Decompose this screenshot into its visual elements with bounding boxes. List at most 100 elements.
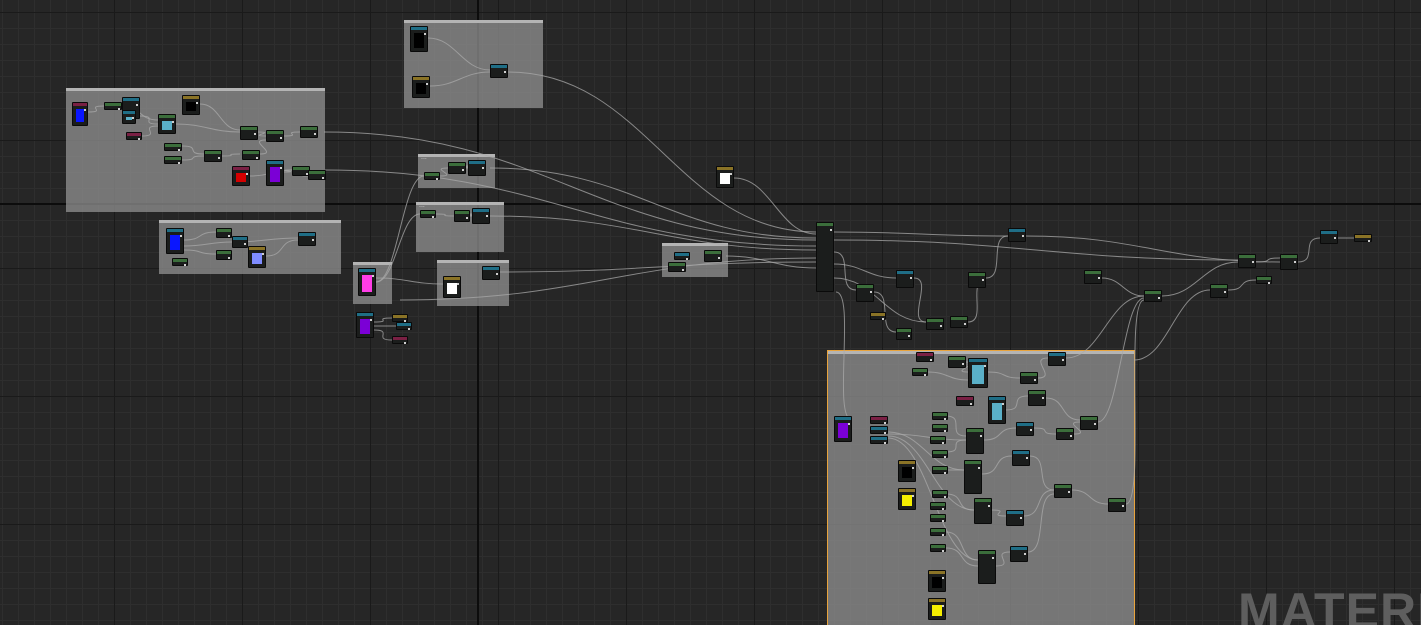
material-expression-node-black-swatch[interactable] (928, 570, 946, 592)
output-pin[interactable] (372, 275, 374, 277)
material-expression-node[interactable] (1354, 234, 1372, 242)
material-expression-node[interactable] (454, 210, 470, 222)
material-expression-node-lblue-swatch[interactable] (988, 396, 1006, 424)
material-expression-node[interactable] (308, 170, 326, 180)
material-expression-node[interactable] (204, 150, 222, 162)
material-expression-node[interactable] (1256, 276, 1272, 284)
material-expression-node-yellow-swatch[interactable] (928, 598, 946, 620)
output-pin[interactable] (254, 133, 256, 135)
material-expression-node[interactable] (978, 550, 996, 584)
material-expression-node[interactable] (816, 222, 834, 292)
output-pin[interactable] (1294, 261, 1296, 263)
material-expression-node[interactable] (468, 160, 486, 176)
material-expression-node[interactable] (1048, 352, 1066, 366)
material-expression-node[interactable] (164, 156, 182, 164)
output-pin[interactable] (1224, 291, 1226, 293)
output-pin[interactable] (178, 149, 180, 151)
material-expression-node[interactable] (104, 102, 122, 110)
output-pin[interactable] (718, 257, 720, 259)
output-pin[interactable] (848, 423, 850, 425)
output-pin[interactable] (882, 318, 884, 320)
output-pin[interactable] (944, 418, 946, 420)
output-pin[interactable] (136, 104, 138, 106)
output-pin[interactable] (246, 173, 248, 175)
output-pin[interactable] (256, 157, 258, 159)
output-pin[interactable] (910, 277, 912, 279)
output-pin[interactable] (940, 325, 942, 327)
material-expression-node[interactable] (1144, 290, 1162, 302)
material-expression-node[interactable] (216, 250, 232, 260)
material-expression-node[interactable] (966, 428, 984, 454)
output-pin[interactable] (172, 121, 174, 123)
material-expression-node[interactable] (916, 352, 934, 362)
material-expression-node[interactable] (704, 250, 722, 262)
material-expression-node-purple-swatch[interactable] (834, 416, 852, 442)
material-expression-node-blue-swatch[interactable] (166, 228, 184, 254)
output-pin[interactable] (978, 467, 980, 469)
material-expression-node[interactable] (930, 502, 946, 510)
output-pin[interactable] (1268, 282, 1270, 284)
output-pin[interactable] (930, 359, 932, 361)
material-expression-node-black-swatch[interactable] (182, 95, 200, 115)
material-expression-node[interactable] (912, 368, 928, 376)
output-pin[interactable] (942, 442, 944, 444)
material-expression-node-peri-swatch[interactable] (248, 246, 266, 268)
output-pin[interactable] (178, 162, 180, 164)
output-pin[interactable] (184, 264, 186, 266)
output-pin[interactable] (496, 273, 498, 275)
material-expression-node[interactable] (1210, 284, 1228, 298)
output-pin[interactable] (132, 117, 134, 119)
output-pin[interactable] (1334, 237, 1336, 239)
output-pin[interactable] (322, 177, 324, 179)
output-pin[interactable] (1030, 429, 1032, 431)
output-pin[interactable] (924, 374, 926, 376)
output-pin[interactable] (944, 496, 946, 498)
material-expression-node[interactable] (232, 236, 248, 248)
material-expression-node[interactable] (870, 416, 888, 424)
material-expression-node[interactable] (164, 143, 182, 151)
output-pin[interactable] (970, 403, 972, 405)
output-pin[interactable] (870, 291, 872, 293)
material-expression-node[interactable] (950, 316, 968, 328)
material-expression-node[interactable] (668, 262, 686, 272)
output-pin[interactable] (942, 534, 944, 536)
output-pin[interactable] (462, 169, 464, 171)
output-pin[interactable] (196, 102, 198, 104)
material-expression-node[interactable] (896, 270, 914, 288)
material-expression-node-lblue-swatch[interactable] (968, 358, 988, 388)
output-pin[interactable] (988, 505, 990, 507)
material-expression-node[interactable] (392, 336, 408, 344)
output-pin[interactable] (486, 215, 488, 217)
material-expression-node[interactable] (870, 426, 888, 434)
material-expression-node[interactable] (932, 490, 948, 498)
output-pin[interactable] (280, 137, 282, 139)
output-pin[interactable] (984, 365, 986, 367)
material-expression-node[interactable] (392, 314, 408, 322)
material-expression-node[interactable] (420, 210, 436, 218)
material-expression-node[interactable] (932, 412, 948, 420)
output-pin[interactable] (408, 328, 410, 330)
material-expression-node[interactable] (856, 284, 874, 302)
material-expression-node[interactable] (172, 258, 188, 266)
output-pin[interactable] (1042, 397, 1044, 399)
material-graph-canvas[interactable]: ... ... MATERI (0, 0, 1421, 625)
material-expression-node[interactable] (932, 450, 948, 458)
material-expression-node[interactable] (1020, 372, 1038, 384)
output-pin[interactable] (944, 456, 946, 458)
output-pin[interactable] (426, 83, 428, 85)
material-expression-node[interactable] (1056, 428, 1074, 440)
output-pin[interactable] (1070, 435, 1072, 437)
output-pin[interactable] (504, 71, 506, 73)
output-pin[interactable] (84, 109, 86, 111)
output-pin[interactable] (228, 235, 230, 237)
material-expression-node[interactable] (396, 322, 412, 330)
material-expression-node[interactable] (964, 460, 982, 494)
material-expression-node-lblue-swatch[interactable] (158, 114, 176, 134)
output-pin[interactable] (830, 229, 832, 231)
material-expression-node[interactable] (298, 232, 316, 246)
output-pin[interactable] (682, 269, 684, 271)
output-pin[interactable] (1158, 297, 1160, 299)
material-expression-node[interactable] (932, 466, 948, 474)
output-pin[interactable] (942, 520, 944, 522)
material-expression-node-yellow-swatch[interactable] (898, 488, 916, 510)
